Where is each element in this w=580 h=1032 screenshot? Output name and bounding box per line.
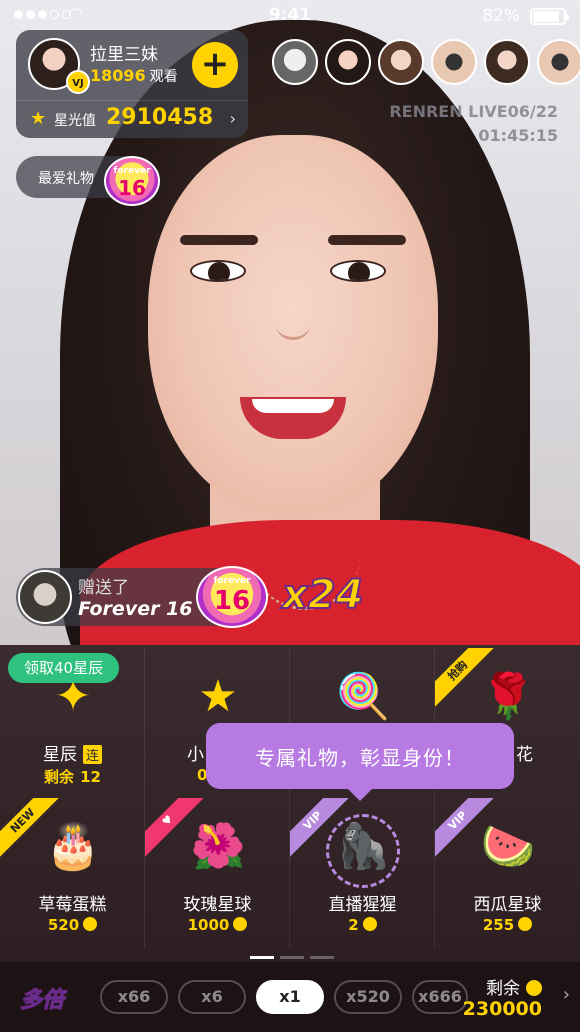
sender-avatar[interactable] — [18, 570, 72, 624]
gift-price: 2 — [290, 916, 435, 934]
gift-badge-number: 16 — [213, 586, 251, 616]
gift-badge-text: forever — [113, 166, 151, 176]
multiplier-x66[interactable]: x66 — [100, 980, 168, 1014]
gift-name: Forever 16 — [78, 598, 193, 620]
tooltip-text: 专属礼物，彰显身份！ — [255, 746, 465, 770]
gift-item-strawberry-cake[interactable]: NEW 🎂 草莓蛋糕 520 — [0, 798, 145, 948]
viewers-label: 观看 — [149, 69, 178, 85]
viewer-avatar[interactable] — [537, 39, 580, 85]
gift-price: 255 — [435, 916, 580, 934]
gift-name: 西瓜星球 — [473, 895, 542, 915]
vip-tooltip: 专属礼物，彰显身份！ — [206, 723, 514, 801]
balance-label[interactable]: 剩余 — [486, 974, 542, 999]
page-dot — [250, 956, 274, 959]
rose-planet-icon: 🌺 — [190, 821, 246, 872]
gift-price: 1000 — [145, 916, 290, 934]
battery-icon — [530, 8, 569, 25]
cake-icon: 🎂 — [45, 821, 101, 872]
star-icon: ★ — [30, 108, 47, 129]
coin-icon — [233, 917, 248, 931]
star-value: 2910458 — [106, 105, 214, 130]
gift-combo-count: x24 — [281, 571, 364, 619]
gift-name: 玫瑰星球 — [183, 895, 252, 915]
coin-icon — [526, 980, 542, 996]
gift-action: 赠送了 — [78, 578, 129, 598]
star-icon: ★ — [198, 671, 238, 722]
star-value-row[interactable]: ★ 星光值 2910458 › — [16, 100, 248, 138]
gift-remaining: 剩余 12 — [44, 768, 101, 786]
chevron-right-icon[interactable]: › — [563, 984, 570, 1005]
forever16-gift-icon: forever 16 — [196, 566, 268, 628]
multi-send-logo[interactable]: 多倍 — [19, 982, 64, 1014]
viewers-count: 18096 — [90, 66, 146, 85]
multiplier-x6[interactable]: x6 — [178, 980, 246, 1014]
gift-badge-text: forever — [213, 576, 251, 586]
viewer-avatar[interactable] — [325, 39, 371, 85]
coin-icon — [362, 917, 377, 931]
send-bar: 多倍 x66 x6 x1 x520 x666 剩余 230000 › — [0, 962, 580, 1032]
host-face — [148, 135, 438, 515]
multiplier-x666[interactable]: x666 — [412, 980, 468, 1014]
left-eye — [190, 260, 246, 282]
coin-icon — [518, 917, 533, 931]
viewer-avatar[interactable] — [378, 39, 424, 85]
gift-price: 520 — [0, 916, 145, 934]
multiplier-x1[interactable]: x1 — [256, 980, 324, 1014]
viewer-avatar[interactable] — [272, 39, 318, 85]
host-name: 拉里三妹 — [90, 45, 158, 65]
claim-stardust-button[interactable]: 领取40星辰 — [8, 653, 120, 683]
battery-percent: 82% — [482, 6, 520, 26]
multiplier-x520[interactable]: x520 — [334, 980, 402, 1014]
gorilla-icon: 🦍 — [335, 821, 391, 872]
star-label: 星光值 — [54, 113, 96, 129]
rose-icon: 🌹 — [480, 671, 536, 722]
page-indicator — [250, 956, 334, 959]
viewer-avatar[interactable] — [484, 39, 530, 85]
gift-grid: ✦ 星辰连 剩余 12 ★ 小 0 🍭 抢购 🌹 花 NEW 🎂 草莓蛋糕 520… — [0, 648, 580, 948]
combo-tag: 连 — [82, 745, 102, 764]
gift-badge-number: 16 — [118, 176, 146, 200]
coin-icon — [83, 917, 98, 931]
watermark-brand: RENREN LIVE06/22 — [389, 102, 558, 121]
balance-value[interactable]: 230000 — [463, 998, 542, 1020]
viewer-avatars — [272, 39, 580, 85]
watermark: RENREN LIVE06/22 01:45:15 — [389, 100, 558, 148]
vj-badge: VJ — [66, 70, 90, 94]
favorite-gift-label: 最爱礼物 — [38, 171, 94, 187]
gift-name: 星辰连 — [0, 740, 145, 765]
gift-item-live-gorilla[interactable]: VIP 🦍 直播猩猩 2 — [290, 798, 435, 948]
viewer-avatar[interactable] — [431, 39, 477, 85]
left-brow — [180, 235, 258, 245]
host-viewers: 18096 观看 — [90, 66, 178, 86]
right-eye — [330, 260, 386, 282]
gift-name: 直播猩猩 — [328, 895, 397, 915]
status-bar: ◠ 9:41 82% — [0, 0, 580, 32]
watermark-time: 01:45:15 — [478, 126, 558, 145]
mouth — [240, 397, 346, 439]
follow-button[interactable]: + — [192, 42, 238, 88]
gift-name: 草莓蛋糕 — [38, 895, 107, 915]
right-brow — [328, 235, 406, 245]
page-dot — [280, 956, 304, 959]
forever16-gift-icon: forever 16 — [104, 156, 160, 206]
host-card[interactable]: VJ 拉里三妹 18096 观看 + ★ 星光值 2910458 › — [16, 30, 248, 138]
page-dot — [310, 956, 334, 959]
lollipop-icon: 🍭 — [335, 671, 391, 722]
nose — [276, 310, 310, 340]
watermelon-planet-icon: 🍉 — [480, 821, 536, 872]
gift-item-rose-planet[interactable]: ♥ 🌺 玫瑰星球 1000 — [145, 798, 290, 948]
chevron-right-icon: › — [229, 109, 236, 128]
gift-item-watermelon-planet[interactable]: VIP 🍉 西瓜星球 255 — [435, 798, 580, 948]
